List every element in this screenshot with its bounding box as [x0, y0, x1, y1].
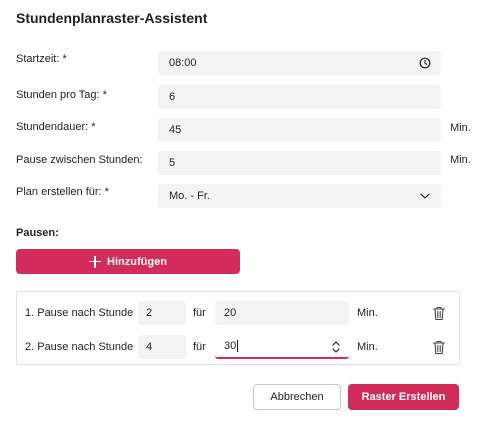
- trash-icon[interactable]: [432, 340, 446, 355]
- lesson-duration-label: Stundendauer: *: [16, 121, 96, 133]
- break-after-input[interactable]: 2: [138, 301, 186, 325]
- lesson-duration-value: 45: [169, 124, 182, 136]
- hours-per-day-value: 6: [169, 91, 176, 103]
- break-after-input[interactable]: 4: [138, 335, 186, 359]
- break-row: 1. Pause nach Stunde 2 für 20 Min.: [17, 301, 461, 325]
- plan-for-select[interactable]: Mo. - Fr.: [158, 184, 441, 208]
- break-unit: Min.: [357, 307, 378, 319]
- break-row: 2. Pause nach Stunde 4 für 30 Min.: [17, 335, 461, 359]
- break-between-input[interactable]: 5: [158, 151, 441, 175]
- trash-icon[interactable]: [432, 306, 446, 321]
- chevron-down-icon: [420, 193, 430, 199]
- break-after-value: 2: [146, 307, 153, 319]
- break-after-value: 4: [146, 341, 153, 353]
- breaks-label: Pausen:: [16, 227, 59, 239]
- hours-per-day-label: Stunden pro Tag: *: [16, 89, 107, 101]
- break-duration-input[interactable]: 30: [215, 335, 349, 359]
- break-unit: Min.: [357, 341, 378, 353]
- break-between-value: 5: [169, 157, 176, 169]
- break-duration-value: 20: [224, 307, 237, 319]
- clock-icon[interactable]: [419, 57, 431, 69]
- breaks-list: 1. Pause nach Stunde 2 für 20 Min. 2. Pa…: [16, 291, 460, 365]
- break-duration-input[interactable]: 20: [215, 301, 349, 325]
- start-time-input[interactable]: 08:00: [158, 51, 441, 75]
- add-break-label: Hinzufügen: [107, 255, 167, 268]
- break-for-label: für: [193, 307, 206, 319]
- hours-per-day-input[interactable]: 6: [158, 85, 441, 109]
- text-caret: [237, 340, 239, 352]
- break-between-label: Pause zwischen Stunden:: [16, 154, 143, 166]
- add-break-button[interactable]: Hinzufügen: [16, 249, 240, 274]
- start-time-label: Startzeit: *: [16, 53, 67, 65]
- break-row-label: 1. Pause nach Stunde: [25, 307, 134, 319]
- plan-for-label: Plan erstellen für: *: [16, 186, 109, 198]
- break-row-label: 2. Pause nach Stunde: [25, 341, 134, 353]
- dialog-title: Stundenplanraster-Assistent: [16, 10, 208, 26]
- break-between-unit: Min.: [450, 154, 471, 166]
- cancel-button[interactable]: Abbrechen: [253, 384, 341, 410]
- break-duration-value: 30: [224, 340, 237, 352]
- lesson-duration-input[interactable]: 45: [158, 118, 441, 142]
- plus-icon: [89, 255, 102, 268]
- spinner-arrows-icon[interactable]: [331, 339, 341, 355]
- break-for-label: für: [193, 341, 206, 353]
- plan-for-value: Mo. - Fr.: [169, 190, 210, 202]
- start-time-value: 08:00: [169, 57, 197, 69]
- lesson-duration-unit: Min.: [450, 122, 471, 134]
- create-grid-button[interactable]: Raster Erstellen: [348, 384, 459, 410]
